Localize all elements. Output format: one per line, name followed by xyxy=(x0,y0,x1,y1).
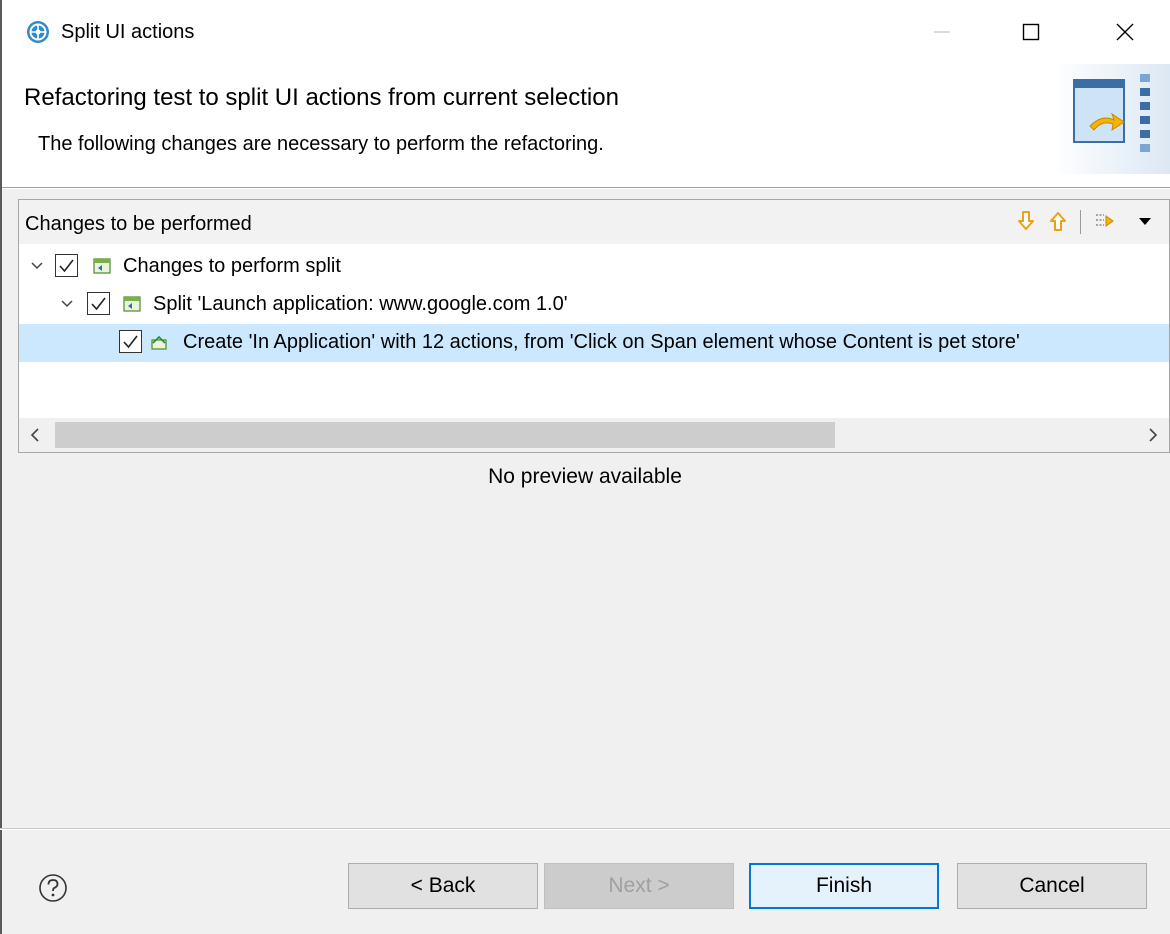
tree-item-label: Split 'Launch application: www.google.co… xyxy=(153,293,568,315)
chevron-right-icon xyxy=(1149,428,1158,442)
window-title: Split UI actions xyxy=(61,21,195,43)
maximize-button[interactable] xyxy=(1003,0,1059,64)
refactoring-wizard-icon xyxy=(1052,64,1170,174)
finish-button[interactable]: Finish xyxy=(749,863,939,909)
page-title: Refactoring test to split UI actions fro… xyxy=(24,84,619,111)
preview-message: No preview available xyxy=(488,465,682,488)
view-menu-button[interactable] xyxy=(1135,208,1155,234)
title-bar: Split UI actions xyxy=(2,0,1170,64)
tree-item-label: Create 'In Application' with 12 actions,… xyxy=(183,331,1020,353)
help-icon[interactable] xyxy=(38,873,68,903)
filter-changes-button[interactable] xyxy=(1093,208,1119,234)
filter-icon xyxy=(1096,214,1114,227)
button-bar-separator xyxy=(0,828,1170,830)
next-change-button[interactable] xyxy=(1013,208,1039,234)
back-button[interactable]: < Back xyxy=(348,863,538,909)
horizontal-scrollbar[interactable] xyxy=(19,418,1169,452)
checkmark-icon xyxy=(59,259,74,273)
dropdown-triangle-icon xyxy=(1139,218,1151,225)
changes-tree: Changes to perform split Split 'Launch a… xyxy=(19,248,1169,418)
app-icon xyxy=(27,21,49,43)
cancel-button[interactable]: Cancel xyxy=(957,863,1147,909)
tree-item-checkbox[interactable] xyxy=(119,330,142,353)
close-icon xyxy=(1116,23,1134,41)
tree-item-create-in-application[interactable]: Create 'In Application' with 12 actions,… xyxy=(19,324,1169,362)
changes-panel-title: Changes to be performed xyxy=(25,213,252,235)
wizard-header: Refactoring test to split UI actions fro… xyxy=(2,64,1170,188)
arrow-up-icon xyxy=(1050,212,1066,231)
chevron-down-icon[interactable] xyxy=(59,296,75,312)
tree-item-label: Changes to perform split xyxy=(123,255,341,277)
checkmark-icon xyxy=(123,335,138,349)
tree-item-checkbox[interactable] xyxy=(55,254,78,277)
tree-item-checkbox[interactable] xyxy=(87,292,110,315)
next-button[interactable]: Next > xyxy=(544,863,734,909)
chevron-down-icon[interactable] xyxy=(29,258,45,274)
change-node-icon xyxy=(93,258,111,274)
chevron-left-icon xyxy=(30,428,39,442)
maximize-icon xyxy=(1022,23,1040,41)
checkmark-icon xyxy=(91,297,106,311)
minimize-button[interactable] xyxy=(914,0,970,64)
header-separator xyxy=(2,188,1170,189)
create-change-icon xyxy=(151,335,167,350)
toolbar-divider xyxy=(1080,210,1081,234)
minimize-icon xyxy=(934,31,950,33)
close-button[interactable] xyxy=(1097,0,1153,64)
page-description: The following changes are necessary to p… xyxy=(38,133,604,155)
tree-item-changes-to-perform-split[interactable]: Changes to perform split xyxy=(19,248,1169,286)
arrow-down-icon xyxy=(1018,211,1034,230)
change-node-icon xyxy=(123,296,141,312)
scroll-right-button[interactable] xyxy=(1137,418,1169,452)
changes-panel-header: Changes to be performed xyxy=(19,200,1169,244)
changes-panel: Changes to be performed Changes to perfo… xyxy=(18,199,1170,453)
scrollbar-thumb[interactable] xyxy=(55,422,835,448)
scroll-left-button[interactable] xyxy=(19,418,51,452)
tree-item-split-launch-application[interactable]: Split 'Launch application: www.google.co… xyxy=(19,286,1169,324)
previous-change-button[interactable] xyxy=(1045,208,1071,234)
